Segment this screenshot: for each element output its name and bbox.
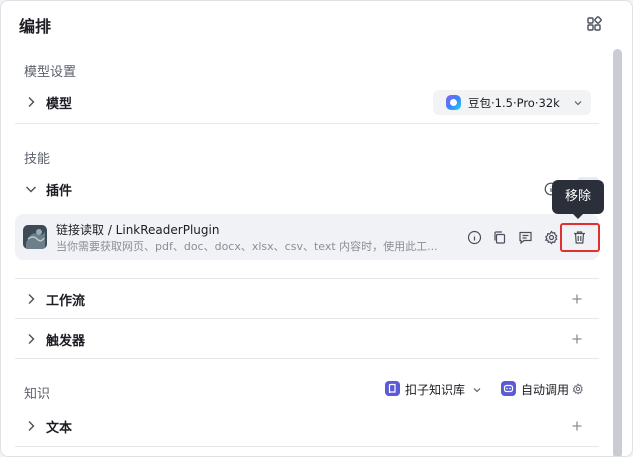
auto-call-label: 自动调用 — [521, 383, 570, 397]
remove-tooltip: 移除 — [552, 180, 604, 214]
model-name: 豆包·1.5·Pro·32k — [468, 96, 560, 110]
skills-label: 技能 — [24, 152, 51, 167]
knowledge-base-label: 扣子知识库 — [405, 383, 466, 397]
text-knowledge-row[interactable]: 文本 — [15, 406, 599, 446]
trigger-row-title: 触发器 — [46, 334, 86, 349]
text-knowledge-title: 文本 — [46, 421, 73, 436]
chevron-right-icon[interactable] — [24, 332, 38, 346]
model-row-title: 模型 — [46, 97, 73, 112]
workflow-row[interactable]: 工作流 — [15, 279, 599, 319]
chevron-right-icon[interactable] — [24, 419, 38, 433]
copy-icon[interactable] — [492, 230, 507, 245]
plugin-avatar — [23, 225, 47, 249]
prompt-edit-icon[interactable] — [518, 230, 533, 245]
orchestration-panel: 编排 模型设置 模型 豆包·1.5·Pro·32k 技能 插件 链接读取 / L… — [0, 0, 633, 457]
plugins-row-title: 插件 — [46, 184, 73, 199]
divider — [15, 123, 599, 124]
plus-icon[interactable] — [571, 333, 583, 345]
chevron-right-icon[interactable] — [24, 95, 38, 109]
model-settings-label: 模型设置 — [24, 65, 77, 80]
chevron-down-icon — [473, 388, 481, 393]
trigger-row[interactable]: 触发器 — [15, 319, 599, 359]
knowledge-base-selector[interactable]: 扣子知识库 — [385, 381, 485, 397]
remove-plugin-button[interactable] — [560, 223, 600, 252]
plugin-description: 当你需要获取网页、pdf、doc、docx、xlsx、csv、text 内容时，… — [56, 240, 438, 253]
chevron-down-icon[interactable] — [24, 182, 38, 196]
knowledge-label: 知识 — [24, 387, 51, 402]
chevron-right-icon[interactable] — [24, 292, 38, 306]
plugin-name: 链接读取 / LinkReaderPlugin — [56, 223, 220, 237]
panel-title: 编排 — [19, 17, 52, 36]
info-icon[interactable] — [467, 230, 482, 245]
chevron-down-icon — [574, 101, 582, 106]
tooltip-arrow — [572, 213, 584, 219]
auto-call-setting[interactable]: 自动调用 — [501, 381, 586, 397]
plugins-row[interactable]: 插件 — [15, 169, 599, 209]
trash-icon — [574, 231, 585, 244]
plugin-item-link-reader[interactable]: 链接读取 / LinkReaderPlugin 当你需要获取网页、pdf、doc… — [15, 214, 599, 260]
knowledge-base-icon — [385, 381, 400, 396]
divider — [15, 446, 599, 447]
auto-call-icon — [501, 381, 516, 396]
plus-icon[interactable] — [571, 420, 583, 432]
workflow-row-title: 工作流 — [46, 294, 86, 309]
layout-grid-icon[interactable] — [586, 16, 602, 32]
model-select-dropdown[interactable]: 豆包·1.5·Pro·32k — [433, 90, 591, 115]
doubao-logo-icon — [446, 95, 461, 110]
divider — [15, 358, 599, 359]
settings-gear-icon[interactable] — [544, 230, 559, 245]
settings-gear-icon[interactable] — [572, 383, 584, 395]
panel-header: 编排 — [1, 1, 632, 47]
scrollbar-thumb[interactable] — [613, 49, 622, 456]
plus-icon[interactable] — [571, 293, 583, 305]
